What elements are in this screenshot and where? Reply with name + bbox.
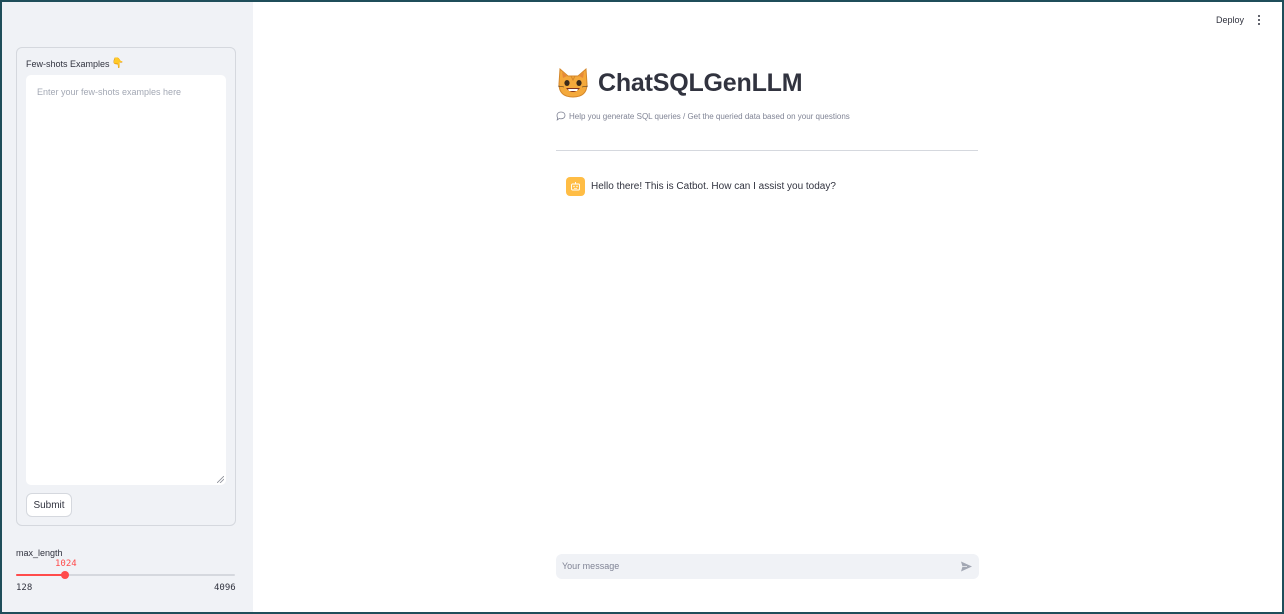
max-length-value: 1024 [55,559,77,569]
kebab-menu-icon[interactable] [1254,13,1264,27]
chat-message-assistant: Hello there! This is Catbot. How can I a… [566,177,836,196]
submit-button[interactable]: Submit [26,493,72,517]
send-icon[interactable] [960,560,973,573]
few-shots-form: Few-shots Examples 👇 Enter your few-shot… [16,47,236,526]
bot-icon [566,177,585,196]
pointing-hand-icon: 👇 [111,58,124,69]
header-divider [556,150,978,151]
caption-text: Help you generate SQL queries / Get the … [569,111,850,121]
speech-bubble-icon [556,111,566,121]
few-shots-textarea[interactable]: Enter your few-shots examples here [26,75,226,485]
page-header: ChatSQLGenLLM [556,66,803,100]
sidebar: Few-shots Examples 👇 Enter your few-shot… [2,2,253,612]
max-length-label: max_length [16,548,63,558]
max-length-slider[interactable] [16,571,235,579]
few-shots-label: Few-shots Examples 👇 [26,58,124,70]
slider-min-label: 128 [16,583,33,593]
few-shots-placeholder: Enter your few-shots examples here [37,87,182,97]
resize-handle-icon[interactable] [217,476,224,483]
slider-max-label: 4096 [214,583,236,593]
chat-message-text: Hello there! This is Catbot. How can I a… [591,181,836,192]
chat-input[interactable]: Your message [556,554,979,579]
few-shots-label-text: Few-shots Examples [26,59,110,69]
page-title: ChatSQLGenLLM [598,68,803,97]
slider-fill [16,574,66,576]
deploy-button[interactable]: Deploy [1216,15,1244,25]
page-caption: Help you generate SQL queries / Get the … [556,111,850,121]
cat-face-icon [557,67,589,98]
chat-input-placeholder: Your message [562,561,620,571]
slider-thumb[interactable] [61,571,70,579]
